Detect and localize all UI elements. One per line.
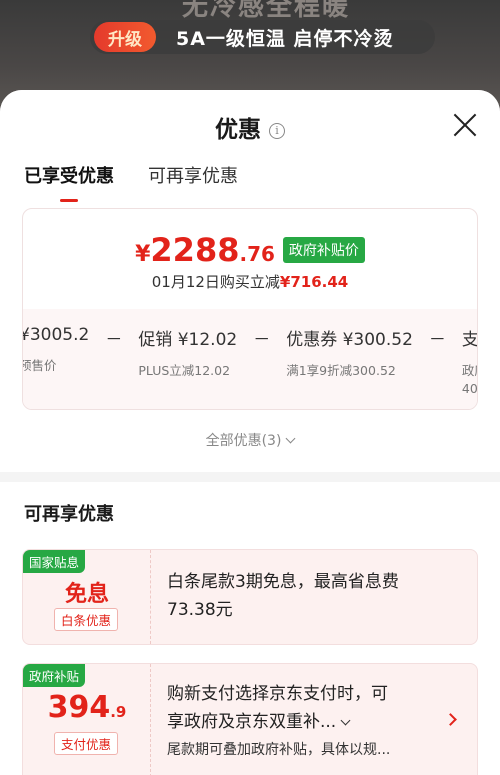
coupon-type: 白条优惠 (54, 608, 118, 631)
final-price-row: ¥2288.76 政府补贴价 (23, 231, 477, 269)
info-icon[interactable]: i (269, 123, 285, 139)
sheet-title-text: 优惠 (215, 117, 261, 143)
price-integer: 2288 (150, 231, 240, 269)
coupon-desc-line2-text: 享政府及京东双重补... (167, 712, 337, 732)
coupon-desc-line1: 白条尾款3期免息，最高省息费 (167, 572, 399, 592)
chevron-right-icon[interactable] (444, 713, 457, 726)
breakdown-label-line1: 政府补贴 (461, 363, 477, 378)
chevron-down-icon (285, 433, 296, 444)
sheet-title: 优惠 i (0, 110, 500, 144)
buy-discount-row: 01月12日购买立减¥716.44 (23, 271, 477, 292)
breakdown-value: 促销 ¥12.02 (138, 330, 238, 350)
upgrade-tag: 升级 (94, 22, 156, 52)
section-title: 可再享优惠 (24, 504, 114, 525)
discount-sheet: 优惠 i 已享受优惠 可再享优惠 ¥2288.76 政府补贴价 01月12日购买立减… (0, 90, 500, 775)
close-icon[interactable] (452, 112, 478, 138)
buy-text: 01月12日购买立减 (151, 273, 280, 291)
breakdown-label: 预售价 (22, 358, 57, 373)
all-discounts-label: 全部优惠(3) (205, 433, 282, 449)
coupon-value: 394.9 (23, 690, 151, 725)
coupon-card-gov-subsidy[interactable]: 政府补贴 394.9 支付优惠 购新支付选择京东支付时，可 享政府及京东双重补.… (22, 663, 478, 775)
coupon-right: 购新支付选择京东支付时，可 享政府及京东双重补... 尾款期可叠加政府补贴，具体… (167, 680, 437, 760)
minus-sign: － (105, 330, 123, 350)
upgrade-pill: 升级 5A一级恒温 启停不冷烫 (90, 20, 435, 54)
price-breakdown[interactable]: ¥3005.2 预售价 － 促销 ¥12.02 PLUS立减12.02 － 优惠… (22, 325, 478, 398)
breakdown-label: 政府补贴 403.9 (461, 362, 478, 398)
tab-enjoyed[interactable]: 已享受优惠 (24, 162, 114, 202)
coupon-desc-line1: 购新支付选择京东支付时，可 (167, 684, 388, 704)
sheet-top-panel: 优惠 i 已享受优惠 可再享优惠 ¥2288.76 政府补贴价 01月12日购买立减… (0, 90, 500, 472)
coupon-tag: 国家贴息 (23, 550, 86, 573)
coupon-desc-line2: 73.38元 (167, 600, 233, 620)
breakdown-label: PLUS立减12.02 (138, 363, 231, 378)
breakdown-item: 优惠券 ¥300.52 满1享9折减300.52 (286, 325, 413, 380)
breakdown-value: 支付优 (461, 330, 478, 350)
breakdown-item: ¥3005.2 预售价 (22, 325, 90, 375)
coupon-value: 免息 (64, 582, 109, 607)
more-discounts-panel: 可再享优惠 国家贴息 免息 白条优惠 白条尾款3期免息，最高省息费 73.38元… (0, 482, 500, 775)
coupon-left: 国家贴息 免息 白条优惠 (23, 550, 151, 644)
coupon-left: 政府补贴 394.9 支付优惠 (23, 664, 151, 775)
upgrade-text: 5A一级恒温 启停不冷烫 (176, 27, 394, 50)
chevron-down-icon[interactable] (340, 715, 351, 726)
coupon-value-int: 394 (47, 690, 111, 725)
coupon-card-interest-free[interactable]: 国家贴息 免息 白条优惠 白条尾款3期免息，最高省息费 73.38元 (22, 549, 478, 645)
buy-amount: ¥716.44 (279, 273, 349, 291)
tab-bar: 已享受优惠 可再享优惠 (24, 162, 272, 202)
coupon-tag: 政府补贴 (23, 664, 86, 687)
tab-more[interactable]: 可再享优惠 (148, 162, 238, 202)
price-decimal: .76 (239, 242, 275, 266)
price-currency: ¥ (135, 242, 151, 267)
minus-sign: － (428, 330, 446, 350)
price-card: ¥2288.76 政府补贴价 01月12日购买立减¥716.44 ¥3005.2 … (22, 208, 478, 410)
breakdown-label: 满1享9折减300.52 (286, 363, 396, 378)
gov-subsidy-badge: 政府补贴价 (282, 237, 365, 263)
all-discounts-toggle[interactable]: 全部优惠(3) (0, 430, 500, 450)
minus-sign: － (253, 330, 271, 350)
coupon-value-dec: .9 (110, 703, 127, 721)
coupon-right: 白条尾款3期免息，最高省息费 73.38元 (167, 568, 437, 624)
final-price: ¥2288.76 (135, 231, 275, 269)
coupon-type: 支付优惠 (54, 732, 118, 755)
breakdown-item: 支付优 政府补贴 403.9 (461, 325, 478, 398)
breakdown-item: 促销 ¥12.02 PLUS立减12.02 (138, 325, 237, 380)
coupon-desc-line2: 享政府及京东双重补... (167, 708, 437, 736)
breakdown-value: 优惠券 ¥300.52 (286, 330, 413, 350)
coupon-subdesc: 尾款期可叠加政府补贴，具体以规... (167, 742, 391, 758)
breakdown-value: ¥3005.2 (22, 325, 90, 345)
breakdown-label-line2: 403.9 (461, 381, 478, 396)
